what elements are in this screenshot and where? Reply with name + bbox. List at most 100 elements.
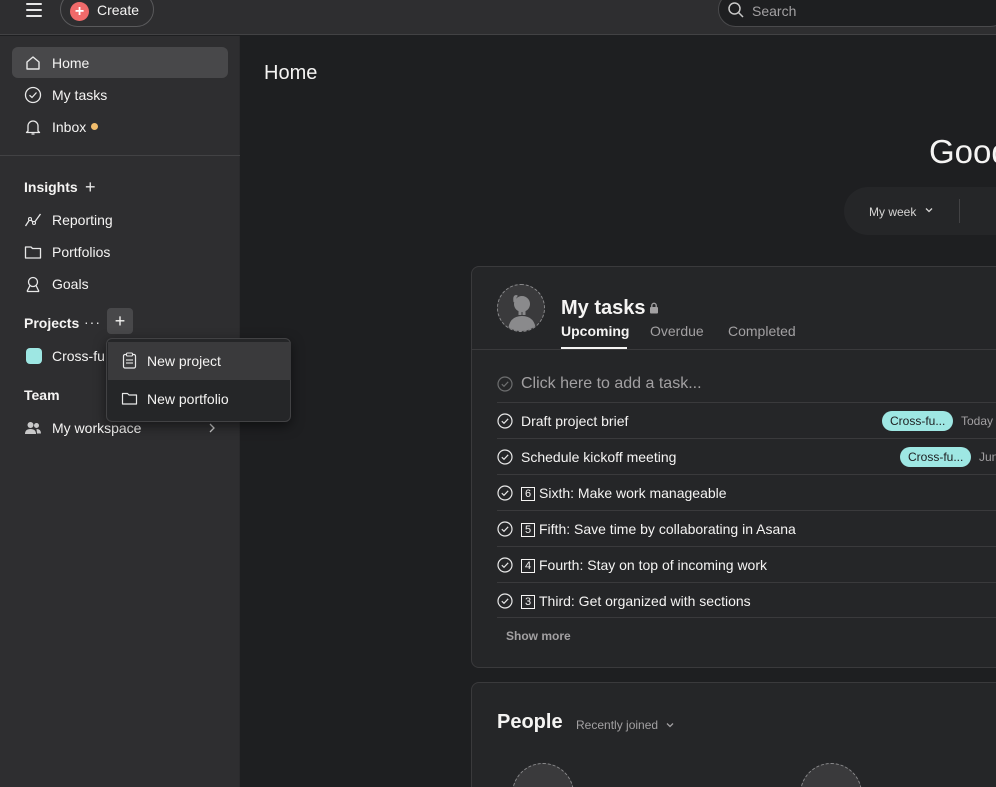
add-project-button[interactable]: +	[107, 308, 133, 334]
task-due-date: Jun	[979, 450, 996, 464]
create-button[interactable]: + Create	[60, 0, 154, 27]
unread-badge	[91, 123, 98, 130]
number-badge: 4	[521, 559, 535, 573]
divider	[472, 349, 996, 350]
hamburger-menu-icon[interactable]	[18, 0, 50, 22]
task-name-text: Fifth: Save time by collaborating in Asa…	[539, 521, 796, 537]
complete-task-checkbox-icon[interactable]	[497, 485, 513, 501]
avatar[interactable]	[497, 284, 545, 332]
line-chart-icon	[24, 213, 42, 227]
create-label: Create	[97, 2, 140, 18]
bell-icon	[25, 120, 41, 135]
lock-icon	[650, 302, 658, 314]
week-filter-dropdown[interactable]: My week	[869, 205, 916, 219]
add-task-placeholder: Click here to add a task...	[521, 375, 702, 392]
project-tag[interactable]: Cross-fu...	[900, 447, 972, 467]
people-widget: People Recently joined	[471, 682, 996, 787]
page-title: Home	[264, 62, 318, 84]
sidebar-item-reporting[interactable]: Reporting	[12, 204, 228, 235]
sidebar-item-label: Reporting	[52, 212, 113, 228]
task-row[interactable]: 5 Fifth: Save time by collaborating in As…	[497, 510, 996, 546]
chevron-down-icon	[925, 208, 933, 213]
task-name: 3 Third: Get organized with sections	[521, 593, 751, 609]
person-icon	[26, 276, 40, 293]
menu-item-label: New project	[147, 353, 221, 369]
stats-bar: My week	[844, 187, 996, 235]
widget-title: People	[497, 711, 563, 733]
sidebar-item-label: Portfolios	[52, 244, 111, 260]
widget-title[interactable]: My tasks	[561, 297, 646, 320]
project-tag[interactable]: Cross-fu...	[882, 411, 954, 431]
new-portfolio-menu-item[interactable]: New portfolio	[108, 380, 291, 418]
projects-section-title: Projects	[24, 315, 80, 331]
sidebar-item-home[interactable]: Home	[12, 47, 228, 78]
complete-task-checkbox-icon[interactable]	[497, 557, 513, 573]
top-bar: + Create Search	[0, 0, 996, 35]
task-name: 4 Fourth: Stay on top of incoming work	[521, 557, 767, 573]
task-row[interactable]: 6 Sixth: Make work manageable	[497, 474, 996, 510]
check-circle-icon	[497, 376, 513, 392]
insights-section-title: Insights	[24, 179, 78, 195]
task-name-text: Third: Get organized with sections	[539, 593, 751, 609]
greeting-text: Good	[929, 133, 996, 170]
search-icon	[728, 2, 744, 18]
task-name: Schedule kickoff meeting	[521, 449, 677, 465]
tab-overdue[interactable]: Overdue	[650, 323, 704, 339]
search-input[interactable]: Search	[718, 0, 996, 27]
sidebar-item-label: Home	[52, 55, 90, 71]
task-name-text: Sixth: Make work manageable	[539, 485, 727, 501]
tab-completed[interactable]: Completed	[728, 323, 796, 339]
sidebar-item-label: Cross-fu	[52, 348, 105, 364]
task-row[interactable]: 4 Fourth: Stay on top of incoming work	[497, 546, 996, 582]
divider	[959, 199, 960, 223]
people-icon	[25, 422, 41, 434]
more-options-icon[interactable]: ···	[84, 314, 100, 330]
task-name: 6 Sixth: Make work manageable	[521, 485, 727, 501]
add-project-dropdown: New project New portfolio	[106, 338, 291, 422]
search-placeholder: Search	[752, 3, 797, 19]
task-row[interactable]: Draft project brief Cross-fu... Today –	[497, 402, 996, 438]
show-more-button[interactable]: Show more	[506, 629, 571, 643]
sidebar-item-portfolios[interactable]: Portfolios	[12, 236, 228, 267]
avatar[interactable]	[800, 763, 862, 787]
menu-item-label: New portfolio	[147, 391, 229, 407]
sidebar-item-label: Inbox	[52, 119, 87, 135]
divider	[0, 155, 240, 156]
number-badge: 3	[521, 595, 535, 609]
task-name: 5 Fifth: Save time by collaborating in As…	[521, 521, 796, 537]
sidebar-item-label: Goals	[52, 276, 89, 292]
tab-upcoming[interactable]: Upcoming	[561, 323, 629, 339]
task-row[interactable]: 3 Third: Get organized with sections	[497, 582, 996, 618]
people-filter-dropdown[interactable]: Recently joined	[576, 718, 658, 732]
project-color-swatch	[26, 348, 42, 364]
home-icon	[26, 56, 40, 70]
number-badge: 5	[521, 523, 535, 537]
complete-task-checkbox-icon[interactable]	[497, 413, 513, 429]
task-name: Draft project brief	[521, 413, 629, 429]
complete-task-checkbox-icon[interactable]	[497, 449, 513, 465]
add-insight-button[interactable]: +	[85, 178, 96, 196]
task-row[interactable]: Schedule kickoff meeting Cross-fu... Jun	[497, 438, 996, 474]
task-name-text: Fourth: Stay on top of incoming work	[539, 557, 767, 573]
chevron-down-icon	[666, 723, 674, 728]
complete-task-checkbox-icon[interactable]	[497, 593, 513, 609]
number-badge: 6	[521, 487, 535, 501]
chevron-right-icon	[209, 423, 215, 433]
check-circle-icon	[24, 86, 42, 104]
folder-icon	[121, 392, 138, 405]
team-section-title: Team	[24, 387, 60, 403]
clipboard-icon	[122, 352, 137, 369]
folder-icon	[24, 246, 42, 259]
task-due-date: Today –	[961, 414, 996, 428]
my-tasks-widget: My tasks Upcoming Overdue Completed Clic…	[471, 266, 996, 668]
complete-task-checkbox-icon[interactable]	[497, 521, 513, 537]
new-project-menu-item[interactable]: New project	[108, 342, 291, 380]
user-placeholder-icon	[508, 295, 536, 331]
sidebar-item-inbox[interactable]: Inbox	[12, 111, 228, 142]
sidebar-item-label: My workspace	[52, 420, 142, 436]
sidebar-item-my-tasks[interactable]: My tasks	[12, 79, 228, 110]
sidebar-item-goals[interactable]: Goals	[12, 268, 228, 299]
avatar[interactable]	[512, 763, 574, 787]
plus-icon: +	[70, 2, 89, 21]
sidebar-item-label: My tasks	[52, 87, 108, 103]
